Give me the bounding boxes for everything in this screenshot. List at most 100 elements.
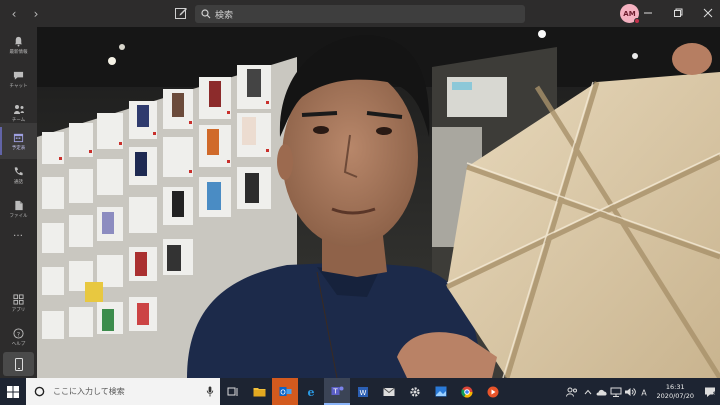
file-icon — [14, 200, 23, 210]
avatar-initials: AM — [623, 9, 636, 18]
svg-text:?: ? — [17, 330, 20, 338]
rail-label: 通話 — [14, 179, 23, 185]
apps-icon — [13, 293, 24, 305]
chat-icon — [13, 71, 24, 80]
more-icon: … — [13, 227, 24, 239]
close-icon — [703, 8, 713, 18]
rail-item-activity[interactable]: 最新情報 — [0, 27, 37, 63]
svg-text:A: A — [641, 388, 647, 397]
windows-taskbar: ここに入力して検索 O e T W A 16:31 2020/07/20 8 — [0, 378, 720, 405]
phone-device-icon — [14, 357, 23, 371]
chevron-right-icon[interactable]: › — [30, 7, 42, 21]
status-dot — [634, 18, 640, 24]
video-frame — [37, 27, 720, 378]
mobile-app-button[interactable] — [3, 352, 34, 376]
cloud-icon — [596, 389, 607, 395]
taskbar-search[interactable]: ここに入力して検索 — [26, 378, 220, 405]
network-button[interactable] — [609, 378, 623, 405]
compose-icon[interactable] — [174, 6, 188, 20]
taskbar-explorer[interactable] — [246, 378, 272, 405]
app-rail: 最新情報 チャット チーム 予定表 通話 ファイル … アプリ ? ヘルプ — [0, 27, 37, 378]
ime-button[interactable]: A — [637, 378, 651, 405]
task-view-button[interactable] — [220, 378, 246, 405]
notification-count: 8 — [712, 391, 717, 398]
search-placeholder: 検索 — [215, 10, 234, 21]
restore-icon — [674, 8, 683, 17]
close-button[interactable] — [702, 6, 714, 20]
bell-icon — [14, 36, 23, 47]
video-feed — [37, 27, 720, 378]
rail-label: チーム — [11, 117, 26, 123]
rail-item-more[interactable]: … — [0, 215, 37, 251]
window-controls — [642, 6, 714, 20]
rail-item-apps[interactable]: アプリ — [0, 285, 37, 321]
svg-text:T: T — [332, 387, 338, 395]
nav-arrows: ‹ › — [8, 7, 42, 21]
onedrive-button[interactable] — [595, 378, 609, 405]
microphone-icon[interactable] — [206, 386, 214, 397]
rail-label: 最新情報 — [9, 49, 28, 55]
rail-label: 予定表 — [11, 145, 26, 151]
rail-label: アプリ — [11, 307, 26, 313]
taskbar-photos[interactable] — [428, 378, 454, 405]
media-player-icon — [487, 386, 499, 397]
taskbar-ie[interactable]: e — [298, 378, 324, 405]
task-view-icon — [227, 387, 238, 396]
teams-icon — [13, 104, 24, 114]
clock-time: 16:31 — [665, 382, 685, 391]
folder-icon — [253, 388, 265, 397]
rail-item-help[interactable]: ? ヘルプ — [0, 319, 37, 355]
chrome-icon — [461, 386, 473, 398]
taskbar-search-placeholder: ここに入力して検索 — [53, 387, 125, 396]
teams-window: ‹ › 検索 AM 最新情報 チャット チーム 予定表 通話 ファイル … アプ… — [0, 0, 720, 405]
taskbar-clock[interactable]: 16:31 2020/07/20 — [657, 383, 694, 401]
ime-icon: A — [641, 388, 647, 397]
rail-item-calendar[interactable]: 予定表 — [0, 123, 37, 159]
gear-icon — [410, 386, 420, 397]
teams-app-icon: T — [331, 386, 343, 395]
system-tray: A 16:31 2020/07/20 8 — [563, 378, 720, 405]
taskbar-chrome[interactable] — [454, 378, 480, 405]
minimize-icon — [644, 12, 652, 14]
word-icon: W — [358, 386, 368, 397]
svg-text:e: e — [308, 386, 315, 398]
calendar-icon — [13, 133, 24, 142]
taskbar-word[interactable]: W — [350, 378, 376, 405]
search-box[interactable]: 検索 — [195, 5, 525, 23]
rail-label: ヘルプ — [11, 341, 26, 347]
svg-text:W: W — [360, 389, 367, 397]
people-icon — [565, 387, 577, 397]
volume-button[interactable] — [623, 378, 637, 405]
speaker-icon — [624, 387, 636, 396]
photos-icon — [435, 386, 447, 397]
cortana-icon — [34, 386, 45, 397]
taskbar-outlook[interactable]: O — [272, 378, 298, 405]
search-icon — [201, 9, 211, 19]
action-center-button[interactable]: 8 — [700, 378, 720, 405]
maximize-button[interactable] — [672, 6, 684, 20]
internet-explorer-icon: e — [308, 386, 315, 398]
mail-icon — [383, 387, 395, 396]
taskbar-media[interactable] — [480, 378, 506, 405]
avatar[interactable]: AM — [620, 4, 640, 24]
title-bar: ‹ › 検索 AM — [0, 0, 720, 27]
rail-item-calls[interactable]: 通話 — [0, 157, 37, 193]
windows-logo-icon — [7, 385, 19, 398]
taskbar-mail[interactable] — [376, 378, 402, 405]
svg-text:O: O — [280, 389, 286, 397]
clock-date: 2020/07/20 — [656, 391, 694, 400]
minimize-button[interactable] — [642, 6, 654, 20]
phone-icon — [14, 166, 23, 175]
taskbar-settings[interactable] — [402, 378, 428, 405]
chevron-up-icon — [584, 389, 591, 394]
start-button[interactable] — [0, 378, 26, 405]
tray-overflow-button[interactable] — [581, 378, 595, 405]
taskbar-teams[interactable]: T — [324, 378, 350, 405]
rail-item-chat[interactable]: チャット — [0, 61, 37, 97]
rail-label: チャット — [9, 83, 28, 89]
people-button[interactable] — [563, 378, 581, 405]
network-icon — [610, 387, 622, 397]
chevron-left-icon[interactable]: ‹ — [8, 7, 20, 21]
outlook-icon: O — [279, 387, 291, 397]
help-icon: ? — [13, 327, 24, 339]
